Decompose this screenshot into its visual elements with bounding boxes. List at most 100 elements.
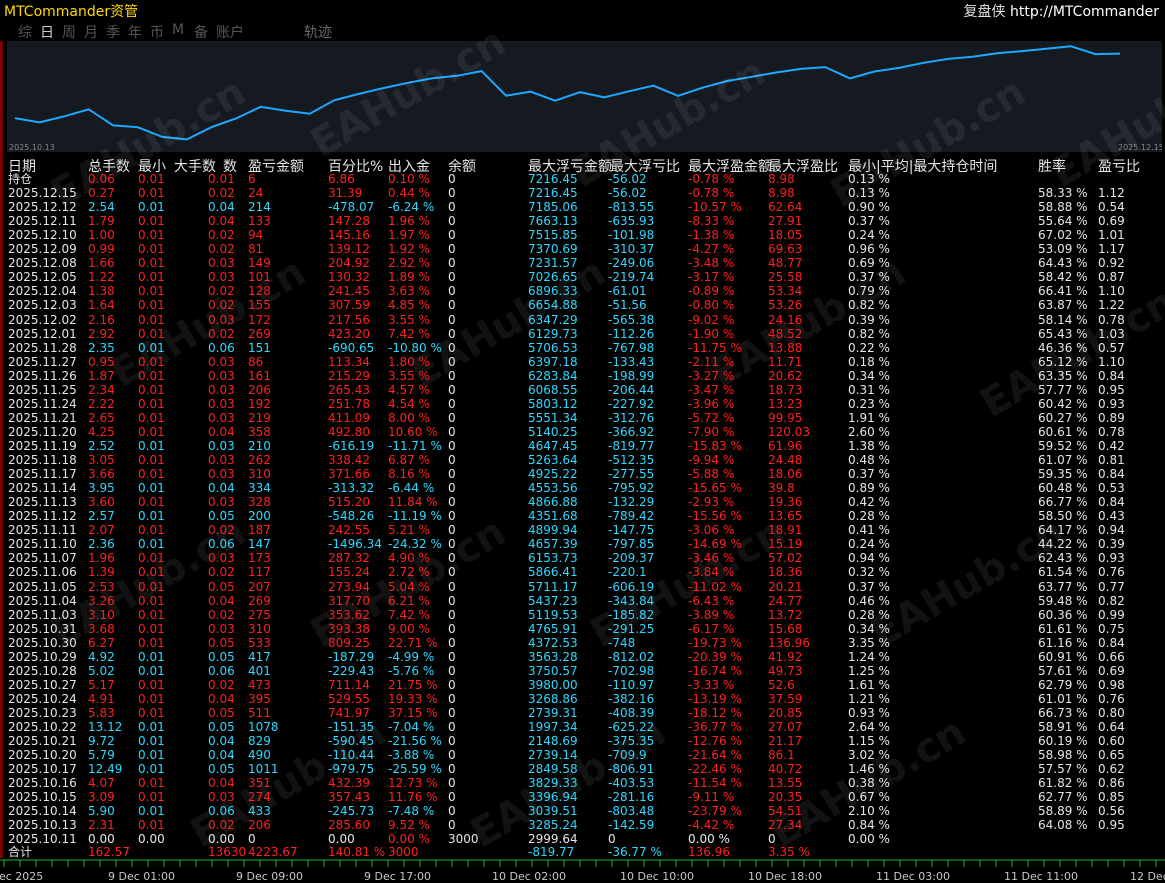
cell-8: 4657.39	[528, 537, 578, 552]
table-row: 2025.10.17 12.49 0.01 0.05 1011 -979.75 -25.59…	[0, 762, 1165, 776]
cell-13: 57.61 %	[1038, 663, 1088, 678]
cell-11: 53.26	[768, 298, 803, 313]
cell-11: 27.07	[768, 720, 803, 734]
cell-11: 20.62	[768, 368, 803, 383]
cell-10: -23.79 %	[688, 804, 742, 819]
cell-0: 2025.12.02	[8, 312, 77, 327]
cell-1: 2.57	[88, 509, 115, 524]
cell-7: 0	[448, 523, 456, 538]
cell-7: 0	[448, 691, 456, 706]
cell-2: 0.01	[138, 242, 165, 257]
total-max-float-profit: 136.96	[688, 845, 730, 859]
cell-5: 31.39	[328, 186, 363, 201]
cell-10: -6.43 %	[688, 593, 735, 608]
tab-6[interactable]: 币	[150, 22, 164, 42]
cell-14: 1.10	[1098, 354, 1125, 369]
cell-11: 24.16	[768, 312, 803, 327]
tab-7[interactable]: M	[172, 22, 184, 38]
cell-6: 8.16 %	[388, 467, 430, 482]
cell-2: 0.01	[138, 776, 165, 791]
cell-12: 1.91 %	[848, 410, 890, 425]
cell-13: 65.12 %	[1038, 354, 1088, 369]
table-row: 2025.10.29 4.92 0.01 0.05 417 -187.29 -4.99 % 0…	[0, 650, 1165, 664]
tab-0[interactable]: 综	[18, 22, 32, 42]
cell-11: 54.51	[768, 804, 803, 819]
table-row: 2025.11.28 2.35 0.01 0.06 151 -690.65 -10.80 %…	[0, 341, 1165, 355]
cell-4: 829	[248, 734, 271, 748]
cell-12: 0.24 %	[848, 228, 890, 243]
cell-3: 0.03	[208, 368, 235, 383]
cell-9: -142.59	[608, 818, 655, 833]
cell-9: -133.43	[608, 354, 655, 369]
cell-3: 0.04	[208, 200, 235, 215]
cell-13: 58.88 %	[1038, 200, 1088, 215]
tab-2[interactable]: 周	[62, 22, 76, 42]
cell-5: 741.97	[328, 705, 370, 720]
cell-8: 3563.28	[528, 649, 578, 664]
cell-2: 0.01	[138, 467, 165, 482]
cell-10: -3.17 %	[688, 270, 735, 285]
cell-5: -590.45	[328, 734, 375, 748]
cell-10: -7.90 %	[688, 424, 735, 439]
cell-1: 3.60	[88, 495, 115, 510]
tab-9[interactable]: 账户	[216, 22, 244, 42]
track-label[interactable]: 轨迹	[304, 22, 332, 42]
cell-2: 0.01	[138, 214, 165, 229]
cell-2: 0.01	[138, 649, 165, 664]
tab-4[interactable]: 季	[106, 22, 120, 42]
time-axis-label: 9 Dec 17:00	[364, 870, 431, 883]
cell-4: 490	[248, 748, 271, 763]
brand[interactable]: 复盘侠 http://MTCommander	[964, 1, 1159, 21]
cell-2: 0.01	[138, 495, 165, 510]
cell-14: 0.86	[1098, 776, 1125, 791]
cell-14: 0.65	[1098, 748, 1125, 763]
cell-10: -10.57 %	[688, 200, 742, 215]
cell-12: 1.25 %	[848, 663, 890, 678]
tab-1[interactable]: 日	[40, 22, 54, 42]
tab-8[interactable]: 备	[194, 22, 208, 42]
cell-6: 22.71 %	[388, 635, 438, 650]
cell-6: -7.48 %	[388, 804, 435, 819]
cell-2: 0.01	[138, 186, 165, 201]
cell-7: 0	[448, 551, 456, 566]
cell-14: 0.92	[1098, 256, 1125, 271]
table-row: 2025.12.01 2.92 0.01 0.02 269 423.20 7.42 % 0 61…	[0, 327, 1165, 341]
cell-9: -789.42	[608, 509, 655, 524]
cell-9: -512.35	[608, 453, 655, 467]
cell-4: 147	[248, 537, 271, 552]
cell-13: 65.43 %	[1038, 326, 1088, 341]
cell-1: 1.39	[88, 565, 115, 580]
tab-3[interactable]: 月	[84, 22, 98, 42]
cell-11: 86.1	[768, 748, 795, 763]
cell-1: 4.91	[88, 691, 115, 706]
cell-8: 7216.45	[528, 186, 578, 201]
cell-14: 0.66	[1098, 649, 1125, 664]
cell-8: 3829.33	[528, 776, 578, 791]
total-deposit: 3000	[388, 845, 419, 859]
cell-9: -310.37	[608, 242, 655, 257]
cell-7: 0	[448, 663, 456, 678]
brand-url: http://MTCommander	[1009, 4, 1159, 20]
cell-5: 130.32	[328, 270, 370, 285]
cell-7: 0	[448, 340, 456, 355]
cell-1: 3.10	[88, 607, 115, 622]
cell-1: 3.68	[88, 621, 115, 636]
cell-14: 0.69	[1098, 663, 1125, 678]
cell-9: -795.92	[608, 481, 655, 496]
cell-2: 0.01	[138, 410, 165, 425]
tab-5[interactable]: 年	[128, 22, 142, 42]
cell-10: -22.46 %	[688, 762, 742, 777]
cell-2: 0.01	[138, 818, 165, 833]
table-row: 2025.10.20 5.79 0.01 0.04 490 -110.44 -3.88 % 0…	[0, 748, 1165, 762]
cell-11: 8.98	[768, 172, 795, 186]
cell-13: 59.48 %	[1038, 593, 1088, 608]
cell-7: 0	[448, 396, 456, 411]
cell-13: 57.77 %	[1038, 382, 1088, 397]
cell-6: -21.56 %	[388, 734, 442, 748]
cell-13: 62.43 %	[1038, 551, 1088, 566]
cell-8: 4899.94	[528, 523, 578, 538]
cell-9: -702.98	[608, 663, 655, 678]
cell-10: -11.54 %	[688, 776, 742, 791]
cell-10: -18.12 %	[688, 705, 742, 720]
cell-1: 1.79	[88, 214, 115, 229]
